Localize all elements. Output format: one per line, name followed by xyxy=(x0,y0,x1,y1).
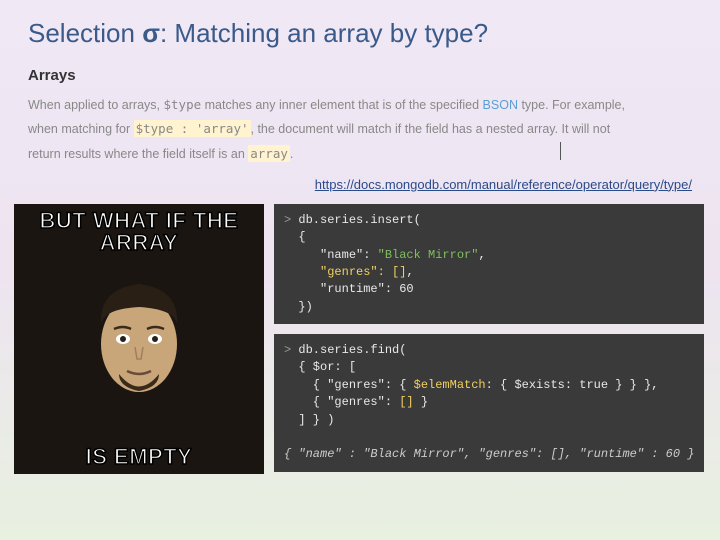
code-line xyxy=(298,265,320,279)
code-line: } xyxy=(414,395,428,409)
code-line: , xyxy=(478,248,485,262)
title-prefix: Selection xyxy=(28,18,142,48)
meme-bottom-text: IS EMPTY xyxy=(14,446,264,468)
keanu-face-icon xyxy=(79,269,199,409)
title-suffix: : Matching an array by type? xyxy=(160,18,488,48)
code-line: ] } ) xyxy=(298,413,334,427)
text: When applied to arrays, xyxy=(28,98,164,112)
content-row: BUT WHAT IF THE ARRAY IS EMPTY > db.seri… xyxy=(0,200,720,474)
slide-title: Selection σ: Matching an array by type? xyxy=(0,0,720,59)
inline-code: $type : 'array' xyxy=(134,120,251,137)
string-literal: "Black Mirror" xyxy=(378,248,479,262)
code-line: , xyxy=(406,265,413,279)
meme-top-text: BUT WHAT IF THE ARRAY xyxy=(14,210,264,254)
text: , the document will match if the field h… xyxy=(251,122,611,136)
text: when matching for xyxy=(28,122,134,136)
arrays-section: Arrays When applied to arrays, $type mat… xyxy=(0,59,720,171)
highlight: $elemMatch xyxy=(414,378,486,392)
code-line: db.series.find( xyxy=(298,343,406,357)
text: return results where the field itself is… xyxy=(28,147,248,161)
code-line: { $or: [ xyxy=(298,360,356,374)
code-line: "runtime": 60 xyxy=(298,282,413,296)
code-line: { xyxy=(298,230,305,244)
inline-code: array xyxy=(248,145,290,162)
inline-code: $type xyxy=(164,97,202,112)
code-column: > db.series.insert( { "name": "Black Mir… xyxy=(274,204,704,474)
highlight: "genres": [] xyxy=(320,265,406,279)
code-line: : { $exists: true } } }, xyxy=(486,378,659,392)
prompt: > xyxy=(284,343,291,357)
para-3: return results where the field itself is… xyxy=(28,143,692,165)
code-line: db.series.insert( xyxy=(298,213,420,227)
code-insert: > db.series.insert( { "name": "Black Mir… xyxy=(274,204,704,324)
para-1: When applied to arrays, $type matches an… xyxy=(28,94,692,116)
text-cursor xyxy=(560,142,561,160)
meme-image: BUT WHAT IF THE ARRAY IS EMPTY xyxy=(14,204,264,474)
sigma-symbol: σ xyxy=(142,18,160,48)
para-2: when matching for $type : 'array', the d… xyxy=(28,118,692,140)
doc-link[interactable]: https://docs.mongodb.com/manual/referenc… xyxy=(0,171,720,200)
text: . xyxy=(290,147,293,161)
code-line: }) xyxy=(298,300,312,314)
code-line: { "genres": xyxy=(298,395,399,409)
text: type. For example, xyxy=(518,98,625,112)
arrays-heading: Arrays xyxy=(28,67,692,84)
code-line: { "genres": { xyxy=(298,378,413,392)
text: matches any inner element that is of the… xyxy=(201,98,482,112)
code-find: > db.series.find( { $or: [ { "genres": {… xyxy=(274,334,704,472)
result-line: { "name" : "Black Mirror", "genres": [],… xyxy=(284,447,694,461)
highlight: [] xyxy=(399,395,413,409)
prompt: > xyxy=(284,213,291,227)
code-line: "name": xyxy=(298,248,377,262)
bson-link: BSON xyxy=(483,98,518,112)
